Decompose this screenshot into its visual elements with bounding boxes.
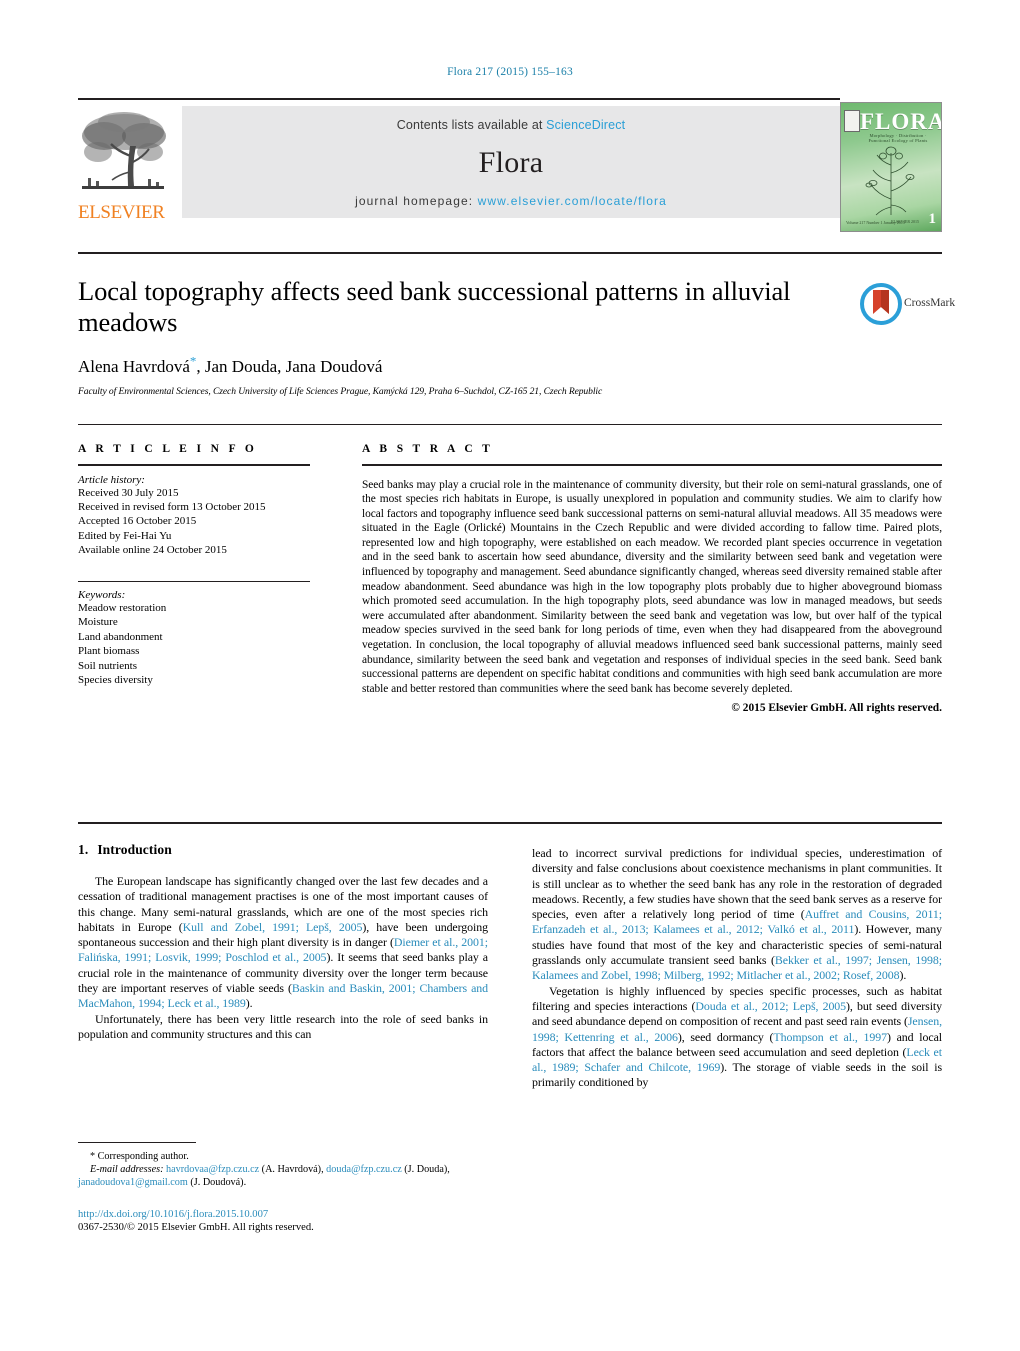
homepage-label: journal homepage: — [355, 194, 478, 208]
crossmark-label: CrossMark — [904, 297, 956, 309]
cover-issue-number: 1 — [928, 211, 937, 227]
keywords-rule — [78, 580, 310, 583]
elsevier-wordmark: ELSEVIER — [78, 202, 165, 223]
abstract-copyright: © 2015 Elsevier GmbH. All rights reserve… — [731, 702, 942, 715]
journal-homepage-line: journal homepage: www.elsevier.com/locat… — [182, 194, 840, 208]
email-label: E-mail addresses: — [90, 1164, 164, 1175]
email-addresses: E-mail addresses: havrdovaa@fzp.czu.cz (… — [78, 1163, 488, 1189]
footnote-rule — [78, 1142, 196, 1143]
keyword-item: Soil nutrients — [78, 659, 137, 672]
issn-copyright-line: 0367-2530/© 2015 Elsevier GmbH. All righ… — [78, 1222, 314, 1233]
footnote-block: * Corresponding author. E-mail addresses… — [78, 1142, 488, 1189]
email-link[interactable]: douda@fzp.czu.cz — [326, 1164, 402, 1175]
email-link[interactable]: janadoudova1@gmail.com — [78, 1177, 188, 1188]
keyword-item: Land abandonment — [78, 630, 163, 643]
cover-title: FLORA — [860, 109, 942, 134]
sciencedirect-link[interactable]: ScienceDirect — [546, 118, 625, 132]
paragraph: The European landscape has significantly… — [78, 874, 488, 1011]
keyword-item: Plant biomass — [78, 645, 140, 658]
journal-masthead: ELSEVIER Contents lists available at Sci… — [78, 98, 942, 232]
article-history-list: Received 30 July 2015 Received in revise… — [78, 486, 310, 558]
citation-link[interactable]: Thompson et al., 1997 — [773, 1030, 887, 1044]
corresponding-author-text: * Corresponding author. — [90, 1151, 189, 1162]
body-column-right: lead to incorrect survival predictions f… — [532, 846, 942, 1091]
contents-line: Contents lists available at ScienceDirec… — [182, 118, 840, 132]
citation-link[interactable]: Bekker et al., 1997; Jensen, 1998; Kalam… — [532, 953, 942, 982]
paragraph: Vegetation is highly influenced by speci… — [532, 983, 943, 1090]
cover-plant-illustration — [865, 146, 915, 216]
article-info-rule — [78, 464, 310, 466]
masthead-top-rule — [78, 98, 840, 100]
homepage-url[interactable]: www.elsevier.com/locate/flora — [478, 194, 667, 208]
history-item: Edited by Fei-Hai Yu — [78, 529, 172, 542]
keyword-item: Meadow restoration — [78, 602, 167, 615]
citation-link[interactable]: Kull and Zobel, 1991; Lepš, 2005 — [183, 920, 363, 934]
citation-link[interactable]: Auffret and Cousins, 2011; Erfanzadeh et… — [532, 907, 942, 936]
email-owner: (J. Doudová). — [190, 1177, 247, 1188]
email-owner: (J. Douda), — [404, 1164, 450, 1175]
abstract-heading: A B S T R A C T — [362, 443, 494, 455]
journal-cover-thumbnail: FLORA Morphology · Distribution · Functi… — [840, 102, 942, 232]
affiliation: Faculty of Environmental Sciences, Czech… — [78, 386, 603, 397]
crossmark-badge[interactable]: CrossMark — [860, 283, 956, 329]
paragraph: Unfortunately, there has been very littl… — [78, 1011, 488, 1041]
corresponding-author-marker: * — [189, 353, 197, 368]
journal-band: Contents lists available at ScienceDirec… — [182, 106, 840, 218]
corresponding-author-note: * Corresponding author. — [78, 1150, 488, 1163]
author-list: Alena Havrdová*, Jan Douda, Jana Doudová — [78, 350, 858, 378]
elsevier-tree-icon — [78, 106, 168, 202]
article-info-heading: A R T I C L E I N F O — [78, 443, 258, 455]
citation-link[interactable]: Douda et al., 2012; Lepš, 2005 — [695, 999, 846, 1013]
elsevier-logo: ELSEVIER — [78, 106, 170, 224]
email-link[interactable]: havrdovaa@fzp.czu.cz — [166, 1164, 259, 1175]
article-info-column: A R T I C L E I N F O Article history: R… — [78, 443, 310, 687]
history-item: Received in revised form 13 October 2015 — [78, 500, 266, 513]
page-title: Local topography affects seed bank succe… — [78, 276, 791, 337]
cover-footer-right: ELSEVIER 2015 — [891, 219, 919, 224]
email-owner: (A. Havrdová), — [261, 1164, 324, 1175]
paragraph: lead to incorrect survival predictions f… — [532, 846, 943, 983]
running-head: Flora 217 (2015) 155–163 — [447, 66, 573, 78]
history-item: Received 30 July 2015 — [78, 486, 179, 499]
history-item: Accepted 16 October 2015 — [78, 515, 197, 528]
history-item: Available online 24 October 2015 — [78, 544, 227, 557]
keywords-label: Keywords: — [78, 589, 126, 602]
title-top-rule — [78, 252, 942, 254]
doi-block: http://dx.doi.org/10.1016/j.flora.2015.1… — [78, 1208, 498, 1234]
body-column-left: 1. Introduction The European landscape ha… — [78, 842, 488, 1042]
abstract-text: Seed banks may play a crucial role in th… — [362, 478, 942, 695]
citation-link[interactable]: Leck et al., 1989; Schafer and Chilcote,… — [532, 1045, 942, 1074]
author-names: Alena Havrdová*, Jan Douda, Jana Doudová — [78, 353, 383, 376]
info-abstract-top-rule — [78, 424, 942, 425]
contents-label: Contents lists available at — [396, 118, 547, 132]
section-title: Introduction — [97, 842, 172, 857]
keyword-item: Moisture — [78, 616, 118, 629]
citation-link[interactable]: Diemer et al., 2001; Falińska, 1991; Los… — [78, 935, 488, 964]
paper-page: Flora 217 (2015) 155–163 ELSEVIER Conten… — [0, 0, 1020, 1351]
abstract-rule — [362, 464, 942, 466]
doi-link[interactable]: http://dx.doi.org/10.1016/j.flora.2015.1… — [78, 1208, 498, 1221]
abstract-column: A B S T R A C T Seed banks may play a cr… — [362, 443, 942, 714]
journal-title: Flora — [478, 146, 544, 179]
section-heading-introduction: 1. Introduction — [78, 842, 488, 858]
section-number: 1. — [78, 842, 89, 857]
cover-logo-badge — [844, 110, 860, 132]
article-history-label: Article history: — [78, 473, 145, 486]
info-abstract-bottom-rule — [78, 822, 942, 824]
citation-link[interactable]: Baskin and Baskin, 2001; Chambers and Ma… — [78, 981, 488, 1010]
keyword-item: Species diversity — [78, 674, 153, 687]
keywords-block: Keywords: Meadow restoration Moisture La… — [78, 580, 310, 688]
crossmark-icon — [860, 283, 902, 325]
